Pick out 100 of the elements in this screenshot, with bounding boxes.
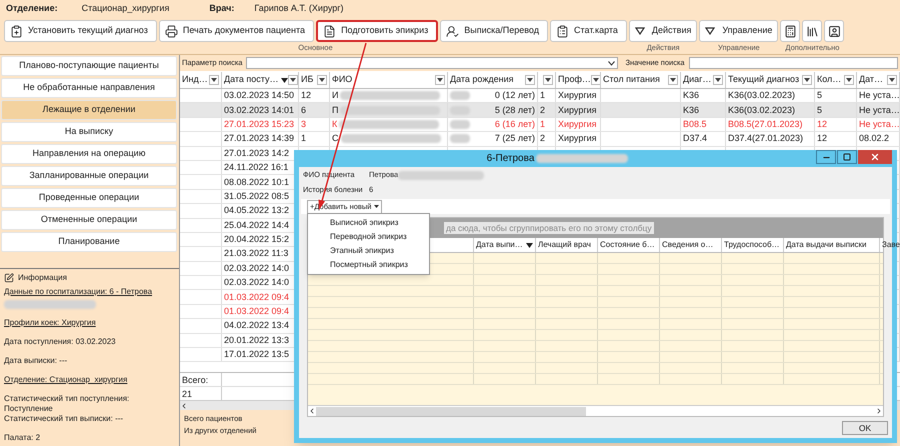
caret-down-icon [804,78,810,82]
nav-item[interactable]: Направления на операцию [1,144,177,164]
nav-item[interactable]: На выписку [1,122,177,142]
table-cell: 20.04.2022 15:2 [224,233,290,246]
table-cell: K36 [683,89,700,102]
toolbar-icon [556,24,569,38]
info-link[interactable]: Данные по госпитализации: 6 - Петрова [4,287,152,297]
table-cell: 2 [540,132,546,146]
filter-button[interactable] [435,75,445,85]
toolbar-button[interactable]: Стат.карта [550,20,627,42]
filter-button[interactable] [590,75,600,85]
search-value-field[interactable] [688,57,898,69]
table-cell: 6 (16 лет) [494,118,535,131]
sort-descending-icon [280,78,288,82]
caret-down-icon [670,78,676,82]
table-row[interactable]: 27.01.2023 14:39 1 С 7 (25 лет) 2 Хирургия D37.4 D37.4(27.01.2023) 12 08.02.2 [180,132,900,147]
toolbar-button[interactable]: Установить текущий диагноз [4,20,157,42]
maximize-button[interactable] [837,150,857,164]
column-header[interactable]: Текущий диагноз [726,72,815,88]
toolbar-button[interactable]: Печать документов пациента [158,20,314,42]
column-header[interactable]: Дата выпи… [474,238,536,252]
table-cell: B08.5 [683,118,707,131]
close-button[interactable] [858,150,892,164]
filter-button[interactable] [288,75,298,85]
caret-down-icon [545,78,551,82]
filter-button[interactable] [209,75,219,85]
info-text: Статистический тип выписки: --- [4,414,124,424]
icon-button[interactable] [780,20,800,42]
column-header[interactable]: Сведения о… [660,238,722,252]
table-cell: К [332,118,338,131]
filter-button[interactable] [668,75,678,85]
column-header[interactable]: Состояние б… [598,238,660,252]
column-header[interactable]: Стол питания [601,72,681,88]
column-header[interactable]: Диаг… [681,72,726,88]
column-header[interactable]: Кол… [815,72,857,88]
filter-button[interactable] [802,75,812,85]
column-header[interactable]: Дата рождения [448,72,538,88]
table-cell: D37.4(27.01.2023) [728,132,804,146]
caret-down-icon [290,78,296,82]
toolbar-button[interactable]: Выписка/Перевод [440,20,548,42]
horizontal-scrollbar[interactable] [308,405,883,416]
table-row[interactable]: 03.02.2023 14:50 12 И 0 (12 лет) 1 Хирургия K36 K36(03.02.2023) 5 Не уста… [180,89,900,104]
column-header[interactable]: ФИО [330,72,448,88]
column-header[interactable]: Лечащий врач [536,238,598,252]
nav-item[interactable]: Запланированные операции [1,166,177,186]
menu-item[interactable]: Выписной эпикриз [308,216,429,230]
nav-item[interactable]: Лежащие в отделении [1,100,177,120]
caret-down-icon [634,27,645,35]
table-cell: 27.01.2023 14:39 [224,132,294,146]
filter-button[interactable] [713,75,723,85]
icon-button[interactable] [802,20,822,42]
table-cell: Хирургия [558,132,597,146]
toolbar-icon [323,24,336,38]
table-cell: П [332,104,338,117]
column-header[interactable]: Трудоспособ… [722,238,784,252]
filter-button[interactable] [317,75,327,85]
filter-button[interactable] [525,75,535,85]
doctor-name: Гарипов А.Т. (Хирург) [254,2,344,16]
table-row[interactable]: 27.01.2023 15:23 3 К 6 (16 лет) 1 Хирургия B08.5 B08.5(27.01.2023) 12 Не уста… [180,118,900,132]
scrollbar-thumb[interactable] [316,406,586,416]
dropdown-button[interactable]: Управление [699,20,778,42]
scroll-left-icon [180,402,188,410]
department-name: Стационар_хирургия [82,2,170,16]
table-cell: 5 [817,89,822,102]
nav-item[interactable]: Проведенные операции [1,188,177,208]
filter-button[interactable] [543,75,553,85]
icon-button[interactable] [824,20,844,42]
dropdown-button[interactable]: Действия [628,20,698,42]
info-text: Палата: 2 [4,433,40,443]
column-header[interactable]: Дата посту… [222,72,299,88]
info-text: Дата выписки: --- [4,356,68,366]
table-cell: 21.03.2022 11:3 [224,247,288,260]
menu-item[interactable]: Переводной эпикриз [308,230,429,244]
table-cell: 1 [540,89,546,102]
ok-button[interactable]: OK [842,420,888,434]
table-cell: Не уста… [859,104,899,117]
column-header[interactable]: Инд… [180,72,222,88]
nav-item[interactable]: Не обработанные направления [1,78,177,98]
nav-item[interactable]: Планирование [1,232,177,252]
table-cell: 04.02.2022 13:4 [224,319,290,332]
column-header[interactable]: ИБ [299,72,330,88]
nav-item[interactable]: Отмененные операции [1,210,177,230]
column-header[interactable]: Дата выдачи выписки [784,238,880,252]
minimize-button[interactable] [816,150,836,164]
department-label: Отделение: [6,2,58,16]
caret-down-icon [592,78,599,82]
table-row[interactable]: 03.02.2023 14:01 6 П 5 (28 лет) 2 Хирургия K36 K36(03.02.2023) 5 Не уста… [180,103,900,118]
info-link[interactable]: Профили коек: Хирургия [4,318,96,328]
filter-button[interactable] [844,75,854,85]
toolbar-button[interactable]: Подготовить эпикриз [316,20,438,42]
caret-down-icon [211,78,217,82]
toolbar-icon [784,24,797,38]
column-header[interactable]: Дат… [857,72,900,88]
info-link[interactable]: Отделение: Стационар_хирургия [4,375,128,385]
nav-item[interactable]: Планово-поступающие пациенты [1,56,177,76]
table-cell: 31.05.2022 08:5 [224,190,290,203]
column-header[interactable]: Проф… [556,72,601,88]
menu-item[interactable]: Этапный эпикриз [308,244,429,258]
menu-item[interactable]: Посмертный эпикриз [308,258,429,272]
filter-button[interactable] [887,75,897,85]
